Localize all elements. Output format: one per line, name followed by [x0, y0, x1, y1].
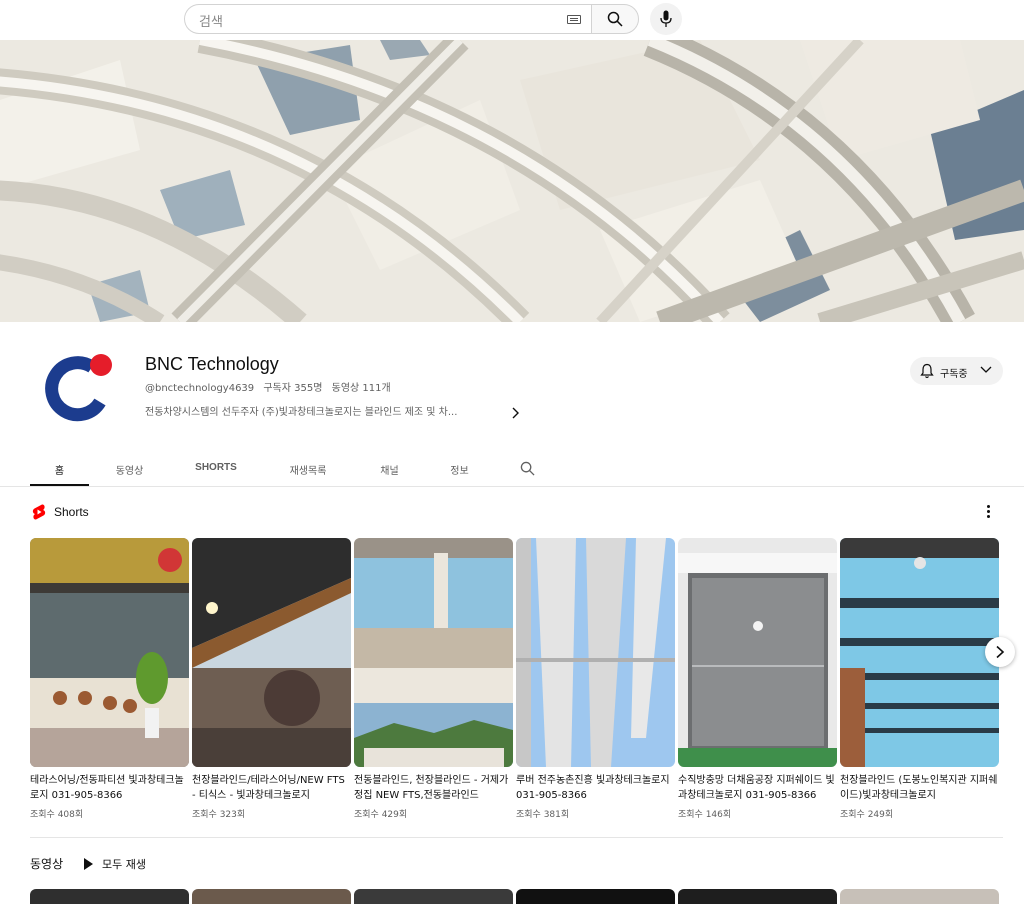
search-icon — [520, 461, 535, 476]
shorts-icon — [31, 503, 47, 521]
chevron-right-icon — [996, 645, 1005, 659]
short-title[interactable]: 테라스어닝/전동파티션 빛과창테크놀로지 031-905-8366 — [30, 773, 189, 803]
short-card[interactable]: 수직방충망 더채움공장 지퍼쉐이드 빛과창테크놀로지 031-905-8366 … — [678, 538, 837, 820]
keyboard-icon[interactable] — [567, 15, 581, 24]
channel-name: BNC Technology — [145, 354, 279, 374]
video-thumbnail[interactable] — [192, 889, 351, 904]
short-views: 조회수 146회 — [678, 810, 732, 820]
channel-logo — [40, 350, 118, 428]
short-card[interactable]: 천장블라인드/테라스어닝/NEW FTS - 티식스 - 빛과창테크놀로지 조회… — [192, 538, 351, 820]
subscribed-label: 구독중 — [940, 369, 968, 380]
short-card[interactable]: 테라스어닝/전동파티션 빛과창테크놀로지 031-905-8366 조회수 40… — [30, 538, 189, 820]
banner-image — [0, 40, 1024, 322]
channel-tabs: 홈 동영상 SHORTS 재생목록 채널 정보 — [0, 452, 1024, 487]
tab-about[interactable]: 정보 — [430, 462, 489, 477]
subscriber-count: 구독자 355명 — [263, 383, 323, 394]
short-thumbnail[interactable] — [840, 538, 999, 767]
subscribed-button[interactable]: 구독중 — [910, 357, 1003, 385]
section-divider — [30, 837, 1003, 838]
chevron-down-icon — [980, 366, 992, 373]
short-card[interactable]: 전동블라인드, 천장블라인드 - 거제가정집 NEW FTS,전동블라인드 조회… — [354, 538, 513, 820]
short-thumbnail[interactable] — [192, 538, 351, 767]
short-views: 조회수 381회 — [516, 810, 570, 820]
search-icon — [607, 11, 623, 27]
search-placeholder: 검색 — [199, 15, 223, 30]
short-card[interactable]: 천장블라인드 (도봉노인복지관 지퍼쉐이드)빛과창테크놀로지 조회수 249회 — [840, 538, 999, 820]
bell-icon — [920, 363, 934, 379]
channel-avatar[interactable] — [40, 350, 118, 428]
short-card[interactable]: 루버 전주농촌진흥 빛과창테크놀로지 031-905-8366 조회수 381회 — [516, 538, 675, 820]
tab-channels[interactable]: 채널 — [360, 462, 419, 477]
short-views: 조회수 323회 — [192, 810, 246, 820]
short-thumbnail[interactable] — [30, 538, 189, 767]
video-count: 동영상 111개 — [331, 383, 391, 394]
more-vert-icon[interactable] — [984, 504, 992, 520]
play-all-label: 모두 재생 — [102, 858, 146, 871]
shorts-shelf: 테라스어닝/전동파티션 빛과창테크놀로지 031-905-8366 조회수 40… — [30, 538, 1000, 820]
shorts-section-title: Shorts — [54, 505, 89, 519]
chevron-right-icon[interactable] — [510, 404, 520, 419]
top-bar: 검색 — [0, 0, 1024, 40]
tab-home[interactable]: 홈 — [30, 462, 89, 477]
tab-playlists[interactable]: 재생목록 — [272, 462, 344, 477]
tab-search-button[interactable] — [520, 461, 535, 480]
videos-shelf — [30, 889, 1000, 904]
video-thumbnail[interactable] — [678, 889, 837, 904]
search-input[interactable]: 검색 — [184, 4, 591, 34]
channel-description[interactable]: 전동차양시스템의 선두주자 (주)빛과창테크놀로지는 블라인드 제조 및 차..… — [145, 403, 457, 418]
short-title[interactable]: 루버 전주농촌진흥 빛과창테크놀로지 031-905-8366 — [516, 773, 675, 803]
microphone-icon — [660, 10, 672, 27]
short-title[interactable]: 천장블라인드 (도봉노인복지관 지퍼쉐이드)빛과창테크놀로지 — [840, 773, 999, 803]
video-thumbnail[interactable] — [30, 889, 189, 904]
short-thumbnail[interactable] — [678, 538, 837, 767]
short-title[interactable]: 전동블라인드, 천장블라인드 - 거제가정집 NEW FTS,전동블라인드 — [354, 773, 513, 803]
voice-search-button[interactable] — [650, 3, 682, 35]
channel-handle: @bnctechnology4639 — [145, 383, 255, 394]
video-thumbnail[interactable] — [516, 889, 675, 904]
tab-shorts[interactable]: SHORTS — [180, 462, 252, 473]
short-views: 조회수 429회 — [354, 810, 408, 820]
short-thumbnail[interactable] — [516, 538, 675, 767]
short-title[interactable]: 천장블라인드/테라스어닝/NEW FTS - 티식스 - 빛과창테크놀로지 — [192, 773, 351, 803]
short-title[interactable]: 수직방충망 더채움공장 지퍼쉐이드 빛과창테크놀로지 031-905-8366 — [678, 773, 837, 803]
search-button[interactable] — [591, 4, 639, 34]
play-icon — [84, 858, 93, 870]
video-thumbnail[interactable] — [840, 889, 999, 904]
channel-banner — [0, 40, 1024, 322]
short-thumbnail[interactable] — [354, 538, 513, 767]
videos-section-title: 동영상 — [30, 857, 64, 871]
channel-meta: @bnctechnology4639 구독자 355명 동영상 111개 — [145, 379, 397, 394]
short-views: 조회수 408회 — [30, 810, 84, 820]
active-tab-indicator — [30, 484, 89, 486]
shelf-next-button[interactable] — [985, 637, 1015, 667]
tab-videos[interactable]: 동영상 — [100, 462, 159, 477]
short-views: 조회수 249회 — [840, 810, 894, 820]
video-thumbnail[interactable] — [354, 889, 513, 904]
